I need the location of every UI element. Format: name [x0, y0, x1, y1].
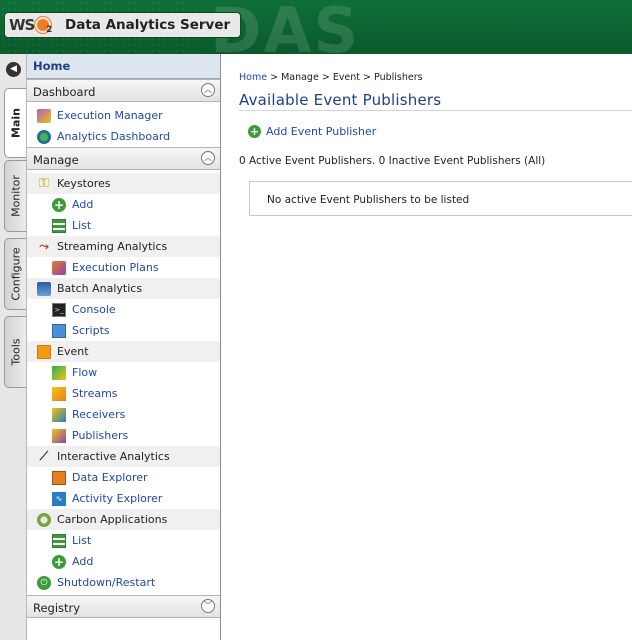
sidebar-item-analytics-dashboard[interactable]: Analytics Dashboard [27, 126, 220, 147]
streams-icon [52, 386, 66, 401]
publisher-summary: 0 Active Event Publishers. 0 Inactive Ev… [239, 155, 546, 167]
receivers-icon [52, 407, 66, 422]
sidebar-item-streaming-analytics[interactable]: ⤳ Streaming Analytics [27, 236, 220, 257]
power-icon: ⏻ [37, 575, 51, 590]
sidebar-item-flow[interactable]: Flow [27, 362, 220, 383]
add-icon: + [52, 554, 66, 569]
sidebar-item-data-explorer[interactable]: Data Explorer [27, 467, 220, 488]
flow-icon [52, 365, 66, 380]
list-icon [52, 533, 66, 548]
add-event-publisher-link[interactable]: + Add Event Publisher [248, 125, 376, 138]
sidebar-menu: Home Dashboard ︿ Execution Manager Analy… [27, 54, 221, 640]
sidebar-item-batch-analytics[interactable]: Batch Analytics [27, 278, 220, 299]
sidebar-item-event[interactable]: Event [27, 341, 220, 362]
page-title: Available Event Publishers [239, 91, 442, 109]
breadcrumb: Home > Manage > Event > Publishers [239, 72, 423, 83]
sidebar-item-publishers[interactable]: Publishers [27, 425, 220, 446]
tab-main[interactable]: Main [4, 88, 26, 158]
data-explorer-icon [52, 470, 66, 485]
sidebar-item-shutdown-restart[interactable]: ⏻ Shutdown/Restart [27, 572, 220, 593]
sidebar-item-console[interactable]: >_ Console [27, 299, 220, 320]
section-dashboard[interactable]: Dashboard ︿ [27, 79, 220, 102]
sidebar-item-keystores[interactable]: ⚿ Keystores [27, 173, 220, 194]
add-icon: + [248, 125, 261, 138]
sidebar-item-execution-plans[interactable]: Execution Plans [27, 257, 220, 278]
scripts-icon [52, 323, 66, 338]
main-content: Home > Manage > Event > Publishers Avail… [222, 54, 632, 640]
side-tab-strip: ◀ Main Monitor Configure Tools [0, 54, 27, 640]
tab-monitor[interactable]: Monitor [4, 160, 26, 232]
activity-explorer-icon: ∿ [52, 491, 66, 506]
sidebar-item-scripts[interactable]: Scripts [27, 320, 220, 341]
event-icon [37, 344, 51, 359]
sidebar-item-receivers[interactable]: Receivers [27, 404, 220, 425]
breadcrumb-manage: Manage [281, 72, 319, 83]
streaming-analytics-icon: ⤳ [39, 239, 49, 253]
collapse-icon[interactable]: ︿ [201, 83, 215, 97]
expand-icon[interactable]: ﹀ [201, 599, 215, 613]
breadcrumb-home[interactable]: Home [239, 72, 267, 83]
key-icon: ⚿ [39, 176, 49, 191]
app-header: DAS WS 2 Data Analytics Server [0, 0, 632, 54]
execution-manager-icon [37, 108, 51, 123]
sidebar-item-carbon-add[interactable]: + Add [27, 551, 220, 572]
batch-analytics-icon [37, 281, 51, 296]
tab-configure[interactable]: Configure [4, 238, 26, 310]
tab-tools[interactable]: Tools [4, 316, 26, 388]
carbon-applications-icon [37, 512, 51, 527]
sidebar-item-keystores-add[interactable]: + Add [27, 194, 220, 215]
title-divider [239, 110, 632, 111]
add-icon: + [52, 197, 66, 212]
sidebar-item-keystores-list[interactable]: List [27, 215, 220, 236]
section-manage[interactable]: Manage ︿ [27, 147, 220, 170]
collapse-icon[interactable]: ︿ [201, 151, 215, 165]
list-icon [52, 218, 66, 233]
sidebar-item-streams[interactable]: Streams [27, 383, 220, 404]
sidebar-item-carbon-applications[interactable]: Carbon Applications [27, 509, 220, 530]
interactive-analytics-icon: ⟋ [39, 449, 49, 463]
empty-message: No active Event Publishers to be listed [267, 194, 470, 206]
execution-plans-icon [52, 260, 66, 275]
breadcrumb-event: Event [332, 72, 361, 83]
publishers-table-empty: No active Event Publishers to be listed [249, 181, 632, 216]
section-registry[interactable]: Registry ﹀ [27, 595, 220, 618]
breadcrumb-current: Publishers [374, 72, 423, 83]
collapse-menu-icon[interactable]: ◀ [6, 62, 21, 77]
brand-logo[interactable]: WS 2 Data Analytics Server [4, 12, 242, 38]
sidebar-item-carbon-list[interactable]: List [27, 530, 220, 551]
analytics-dashboard-icon [37, 129, 51, 144]
console-icon: >_ [52, 302, 66, 317]
publishers-icon [52, 428, 66, 443]
sidebar-item-execution-manager[interactable]: Execution Manager [27, 105, 220, 126]
sidebar-item-activity-explorer[interactable]: ∿ Activity Explorer [27, 488, 220, 509]
sidebar-item-interactive-analytics[interactable]: ⟋ Interactive Analytics [27, 446, 220, 467]
sidebar-home-link[interactable]: Home [27, 54, 220, 79]
app-title: Data Analytics Server [65, 17, 231, 33]
wso2-logo-icon: WS 2 [9, 16, 53, 35]
